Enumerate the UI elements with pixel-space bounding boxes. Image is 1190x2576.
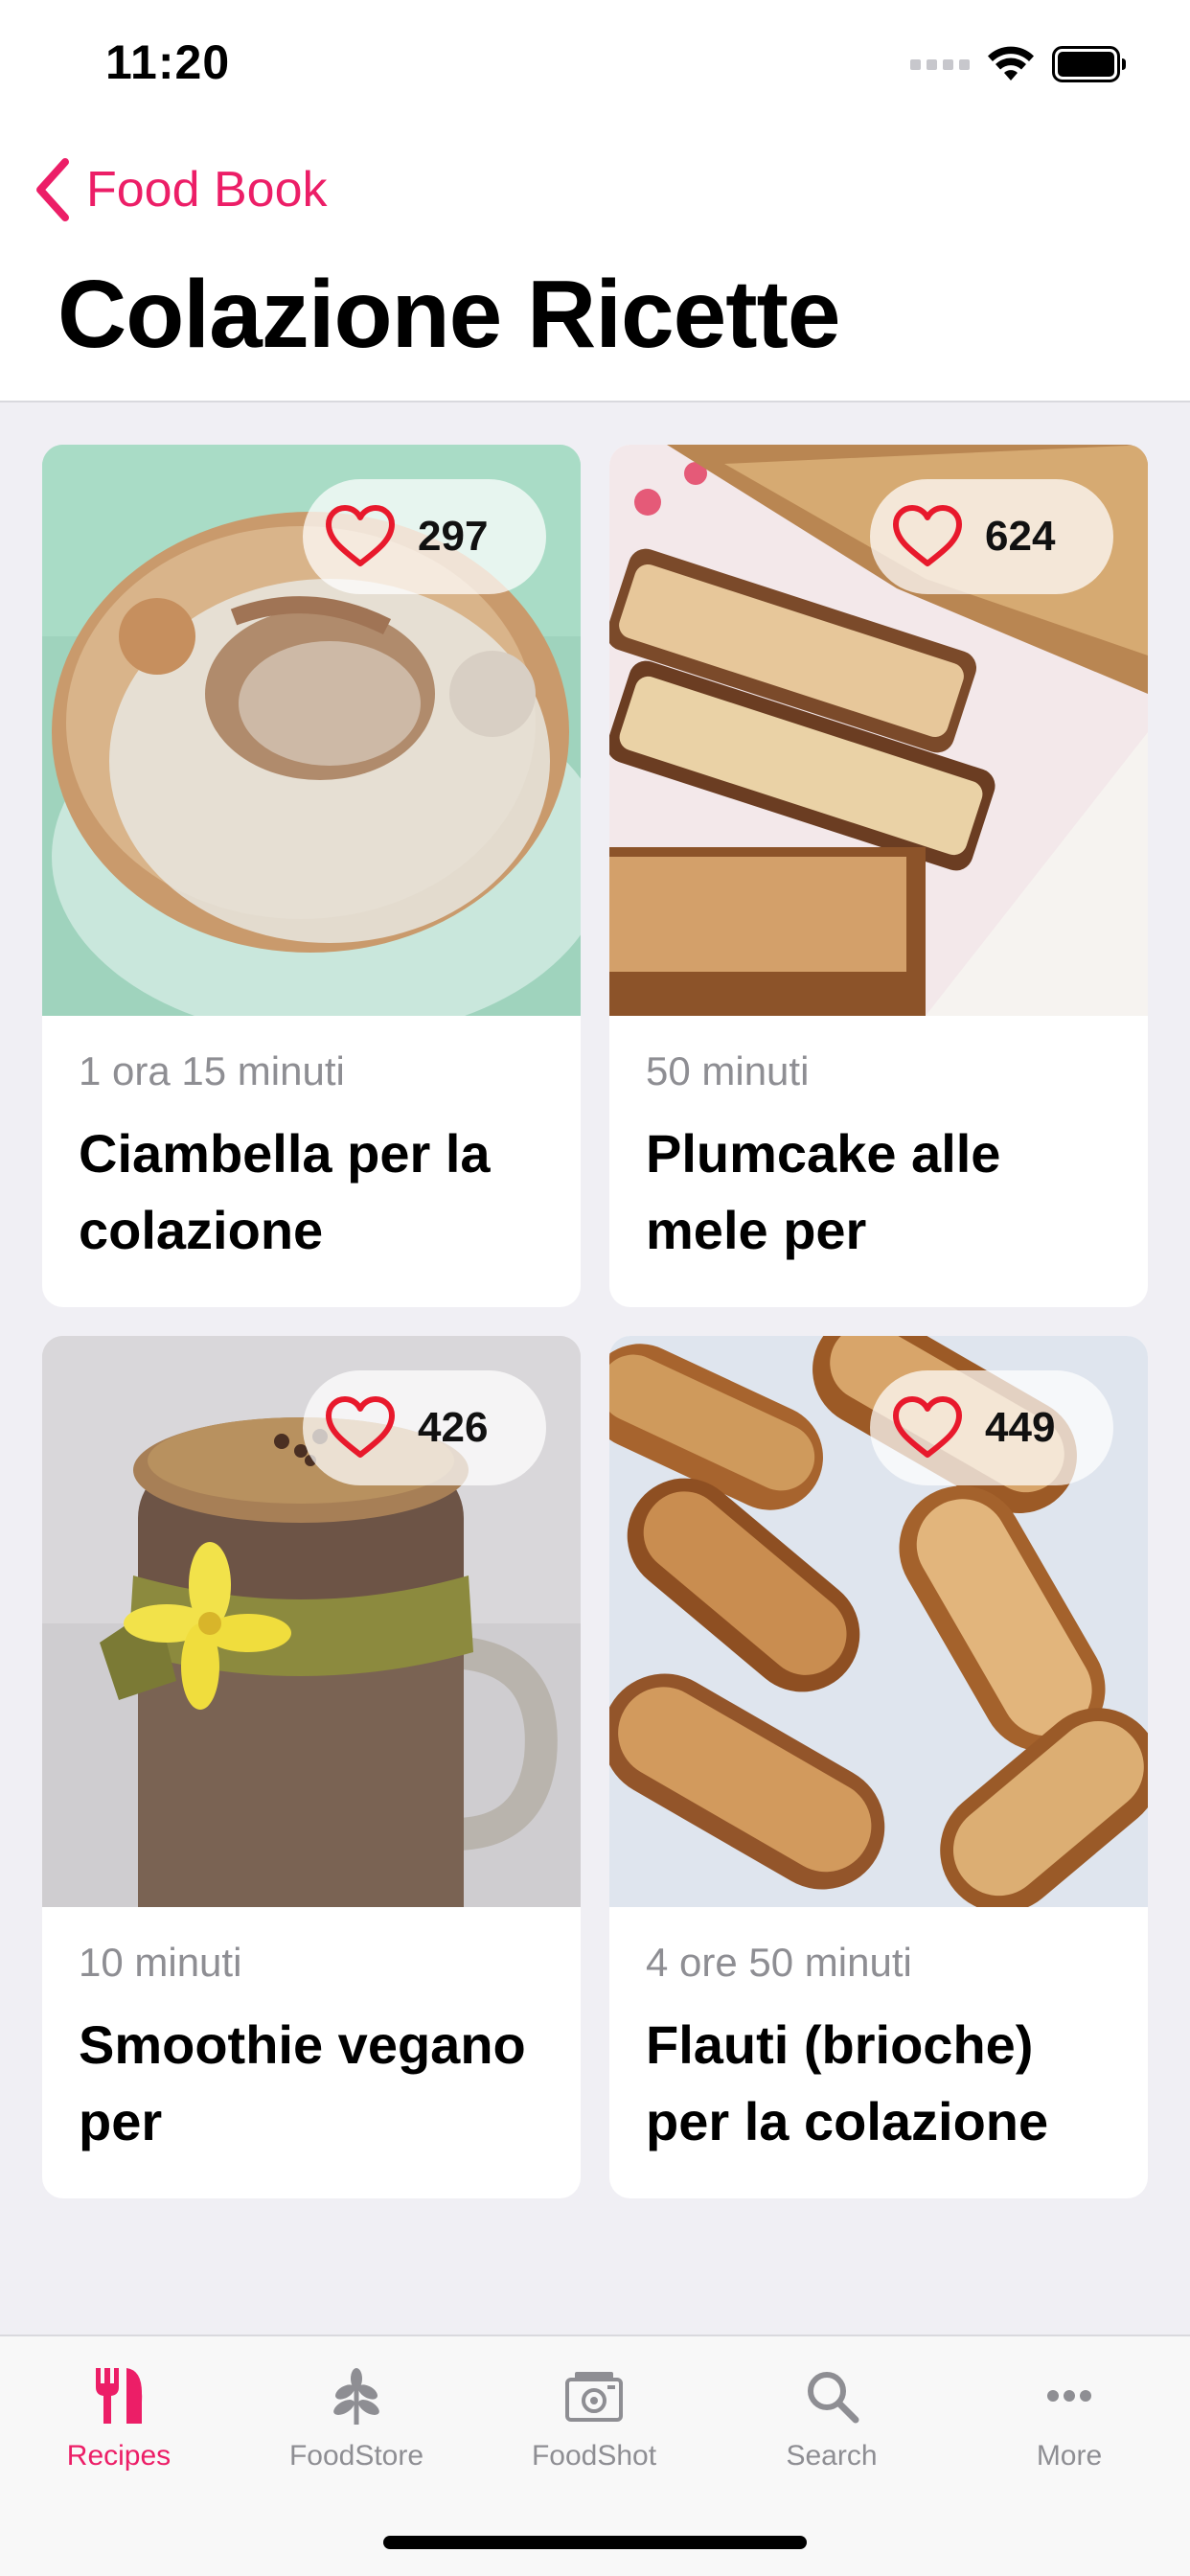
status-icons [910, 42, 1127, 86]
recipe-title: Plumcake alle mele per [646, 1123, 1001, 1261]
sprout-icon [326, 2365, 387, 2426]
recipe-time: 4 ore 50 minuti [646, 1940, 912, 1985]
page-title: Colazione Ricette [57, 261, 840, 368]
recipes-screen: 11:20 Food Book Colazione Ricette 297 1 … [0, 0, 1190, 2576]
tab-label: FoodStore [288, 2440, 424, 2472]
recipe-card[interactable]: 297 1 ora 15 minuti Ciambella per la col… [42, 445, 581, 1307]
recipe-image: 449 [609, 1336, 1148, 1907]
recipe-image: 624 [609, 445, 1148, 1016]
recipe-title: Smoothie vegano per [79, 2014, 526, 2152]
tab-label: FoodShot [531, 2440, 657, 2472]
recipe-time: 50 minuti [646, 1048, 810, 1093]
wifi-icon [988, 46, 1034, 80]
recipe-title: Ciambella per la colazione [79, 1123, 491, 1261]
search-icon [801, 2365, 862, 2426]
heart-icon [893, 1396, 962, 1458]
status-bar: 11:20 [0, 0, 1190, 130]
status-time: 11:20 [105, 35, 231, 89]
camera-icon [563, 2365, 625, 2426]
recipe-image: 426 [42, 1336, 581, 1907]
back-button[interactable]: Food Book [34, 153, 328, 226]
recipe-title: Flauti (brioche) per la colazione [646, 2014, 1049, 2152]
likes-count: 624 [985, 513, 1056, 560]
cellular-signal-icon [910, 58, 970, 70]
heart-icon [326, 505, 395, 566]
header: 11:20 Food Book Colazione Ricette [0, 0, 1190, 402]
recipe-card[interactable]: 449 4 ore 50 minuti Flauti (brioche) per… [609, 1336, 1148, 2198]
more-icon [1039, 2365, 1100, 2426]
recipe-time: 1 ora 15 minuti [79, 1048, 345, 1093]
tab-label: Recipes [66, 2440, 172, 2472]
tab-search[interactable]: Search [713, 2358, 950, 2501]
tab-label: Search [786, 2440, 878, 2472]
tab-foodshot[interactable]: FoodShot [475, 2358, 713, 2501]
tab-label: More [1036, 2440, 1103, 2472]
likes-count: 449 [985, 1404, 1056, 1451]
heart-icon [326, 1396, 395, 1458]
recipe-image: 297 [42, 445, 581, 1016]
recipe-time: 10 minuti [79, 1940, 242, 1985]
chevron-left-icon [36, 158, 69, 221]
likes-button[interactable]: 449 [870, 1370, 1113, 1485]
tab-foodstore[interactable]: FoodStore [238, 2358, 475, 2501]
heart-icon [893, 505, 962, 566]
recipe-card[interactable]: 426 10 minuti Smoothie vegano per [42, 1336, 581, 2198]
likes-button[interactable]: 426 [303, 1370, 546, 1485]
fork-knife-icon [88, 2365, 149, 2426]
recipe-card[interactable]: 624 50 minuti Plumcake alle mele per [609, 445, 1148, 1307]
back-label: Food Book [86, 162, 328, 218]
likes-count: 426 [418, 1404, 489, 1451]
likes-button[interactable]: 297 [303, 479, 546, 594]
recipe-grid: 297 1 ora 15 minuti Ciambella per la col… [42, 445, 1148, 2198]
tab-recipes[interactable]: Recipes [0, 2358, 238, 2501]
tab-more[interactable]: More [950, 2358, 1188, 2501]
battery-icon [1052, 46, 1126, 82]
likes-button[interactable]: 624 [870, 479, 1113, 594]
likes-count: 297 [418, 513, 489, 560]
home-indicator[interactable] [383, 2536, 807, 2549]
